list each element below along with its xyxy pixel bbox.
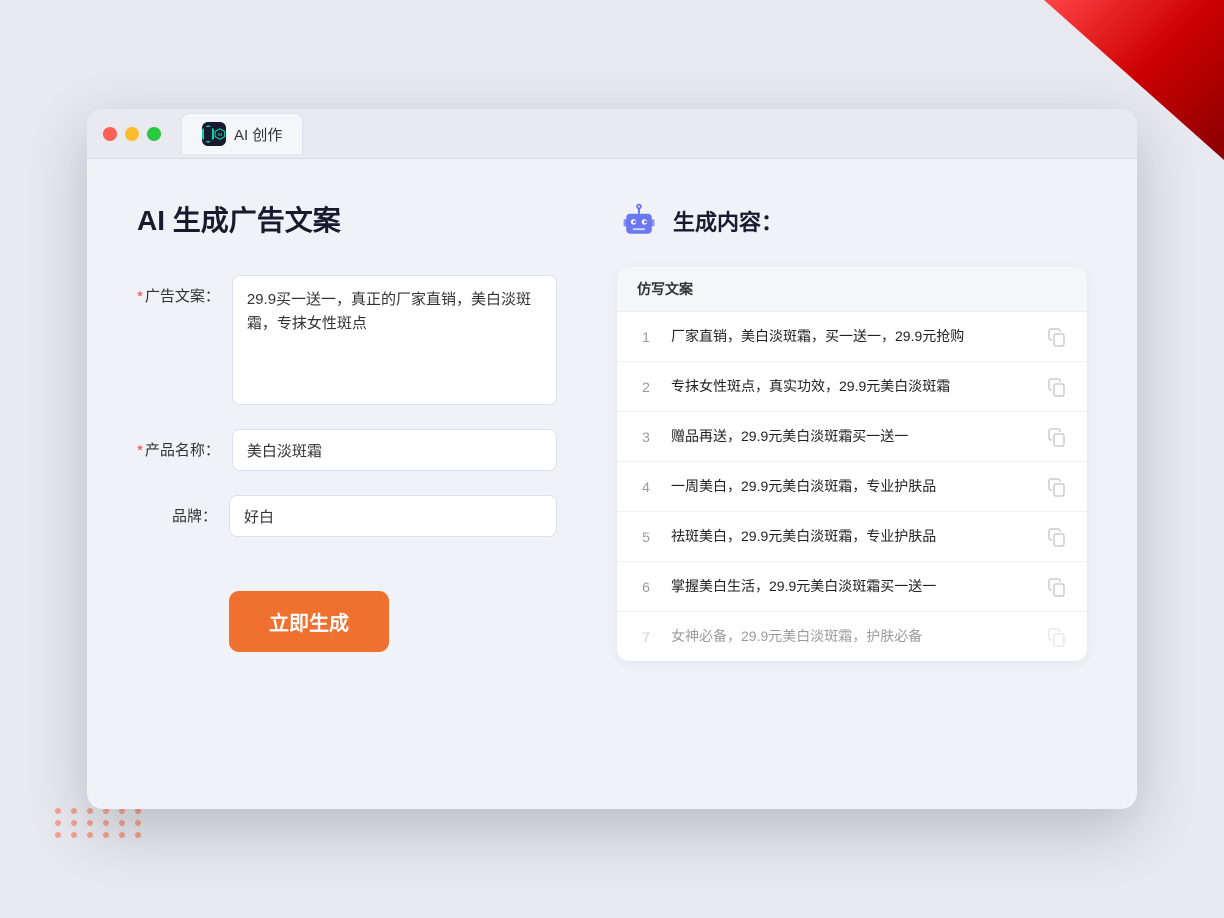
- browser-window: AI AI 创作 AI 生成广告文案 *广告文案： 29.9买一送一，真正的厂家…: [87, 109, 1137, 809]
- table-row: 3 赠品再送，29.9元美白淡斑霜买一送一: [617, 412, 1087, 462]
- maximize-button[interactable]: [147, 127, 161, 141]
- result-header: 生成内容：: [617, 199, 1087, 243]
- page-title: AI 生成广告文案: [137, 199, 557, 239]
- minimize-button[interactable]: [125, 127, 139, 141]
- title-bar: AI AI 创作: [87, 109, 1137, 159]
- copy-button[interactable]: [1047, 527, 1067, 547]
- ad-copy-input[interactable]: 29.9买一送一，真正的厂家直销，美白淡斑霜，专抹女性斑点: [232, 275, 557, 405]
- table-row: 5 祛斑美白，29.9元美白淡斑霜，专业护肤品: [617, 512, 1087, 562]
- table-row: 6 掌握美白生活，29.9元美白淡斑霜买一送一: [617, 562, 1087, 612]
- row-number: 1: [637, 329, 655, 345]
- close-button[interactable]: [103, 127, 117, 141]
- right-panel: 生成内容： 仿写文案 1 厂家直销，美白淡斑霜，买一送一，29.9元抢购 2 专抹女…: [617, 199, 1087, 769]
- product-name-label: *产品名称：: [137, 429, 220, 460]
- result-title: 生成内容：: [673, 205, 783, 237]
- traffic-lights: [103, 127, 161, 141]
- brand-group: 品牌：: [137, 495, 557, 537]
- main-content: AI 生成广告文案 *广告文案： 29.9买一送一，真正的厂家直销，美白淡斑霜，…: [87, 159, 1137, 809]
- robot-icon: [617, 199, 661, 243]
- copy-button[interactable]: [1047, 577, 1067, 597]
- row-number: 4: [637, 479, 655, 495]
- table-header: 仿写文案: [617, 267, 1087, 312]
- row-text: 厂家直销，美白淡斑霜，买一送一，29.9元抢购: [671, 326, 1031, 347]
- ai-tab[interactable]: AI AI 创作: [181, 113, 303, 154]
- robot-svg: [619, 201, 659, 241]
- table-row: 2 专抹女性斑点，真实功效，29.9元美白淡斑霜: [617, 362, 1087, 412]
- deco-dots: [55, 808, 145, 838]
- copy-button[interactable]: [1047, 627, 1067, 647]
- table-row: 1 厂家直销，美白淡斑霜，买一送一，29.9元抢购: [617, 312, 1087, 362]
- copy-button[interactable]: [1047, 427, 1067, 447]
- svg-text:AI: AI: [218, 132, 223, 137]
- table-row: 4 一周美白，29.9元美白淡斑霜，专业护肤品: [617, 462, 1087, 512]
- row-number: 2: [637, 379, 655, 395]
- row-number: 7: [637, 629, 655, 645]
- copy-button[interactable]: [1047, 327, 1067, 347]
- result-table: 仿写文案 1 厂家直销，美白淡斑霜，买一送一，29.9元抢购 2 专抹女性斑点，真实…: [617, 267, 1087, 661]
- row-text: 一周美白，29.9元美白淡斑霜，专业护肤品: [671, 476, 1031, 497]
- row-number: 3: [637, 429, 655, 445]
- row-text: 女神必备，29.9元美白淡斑霜，护肤必备: [671, 626, 1031, 647]
- generate-button[interactable]: 立即生成: [229, 591, 389, 652]
- row-number: 6: [637, 579, 655, 595]
- row-text: 掌握美白生活，29.9元美白淡斑霜买一送一: [671, 576, 1031, 597]
- copy-button[interactable]: [1047, 477, 1067, 497]
- brand-label: 品牌：: [137, 495, 217, 526]
- ad-copy-group: *广告文案： 29.9买一送一，真正的厂家直销，美白淡斑霜，专抹女性斑点: [137, 275, 557, 405]
- ad-copy-label: *广告文案：: [137, 275, 220, 306]
- required-star-1: *: [137, 288, 143, 305]
- row-text: 专抹女性斑点，真实功效，29.9元美白淡斑霜: [671, 376, 1031, 397]
- product-name-group: *产品名称：: [137, 429, 557, 471]
- row-text: 赠品再送，29.9元美白淡斑霜买一送一: [671, 426, 1031, 447]
- product-name-input[interactable]: [232, 429, 557, 471]
- row-number: 5: [637, 529, 655, 545]
- ai-tab-icon: AI: [202, 122, 226, 146]
- copy-button[interactable]: [1047, 377, 1067, 397]
- table-row: 7 女神必备，29.9元美白淡斑霜，护肤必备: [617, 612, 1087, 661]
- hexagon-icon: AI: [214, 124, 226, 144]
- tab-title: AI 创作: [234, 124, 282, 145]
- row-text: 祛斑美白，29.9元美白淡斑霜，专业护肤品: [671, 526, 1031, 547]
- left-panel: AI 生成广告文案 *广告文案： 29.9买一送一，真正的厂家直销，美白淡斑霜，…: [137, 199, 557, 769]
- required-star-2: *: [137, 442, 143, 459]
- brand-input[interactable]: [229, 495, 557, 537]
